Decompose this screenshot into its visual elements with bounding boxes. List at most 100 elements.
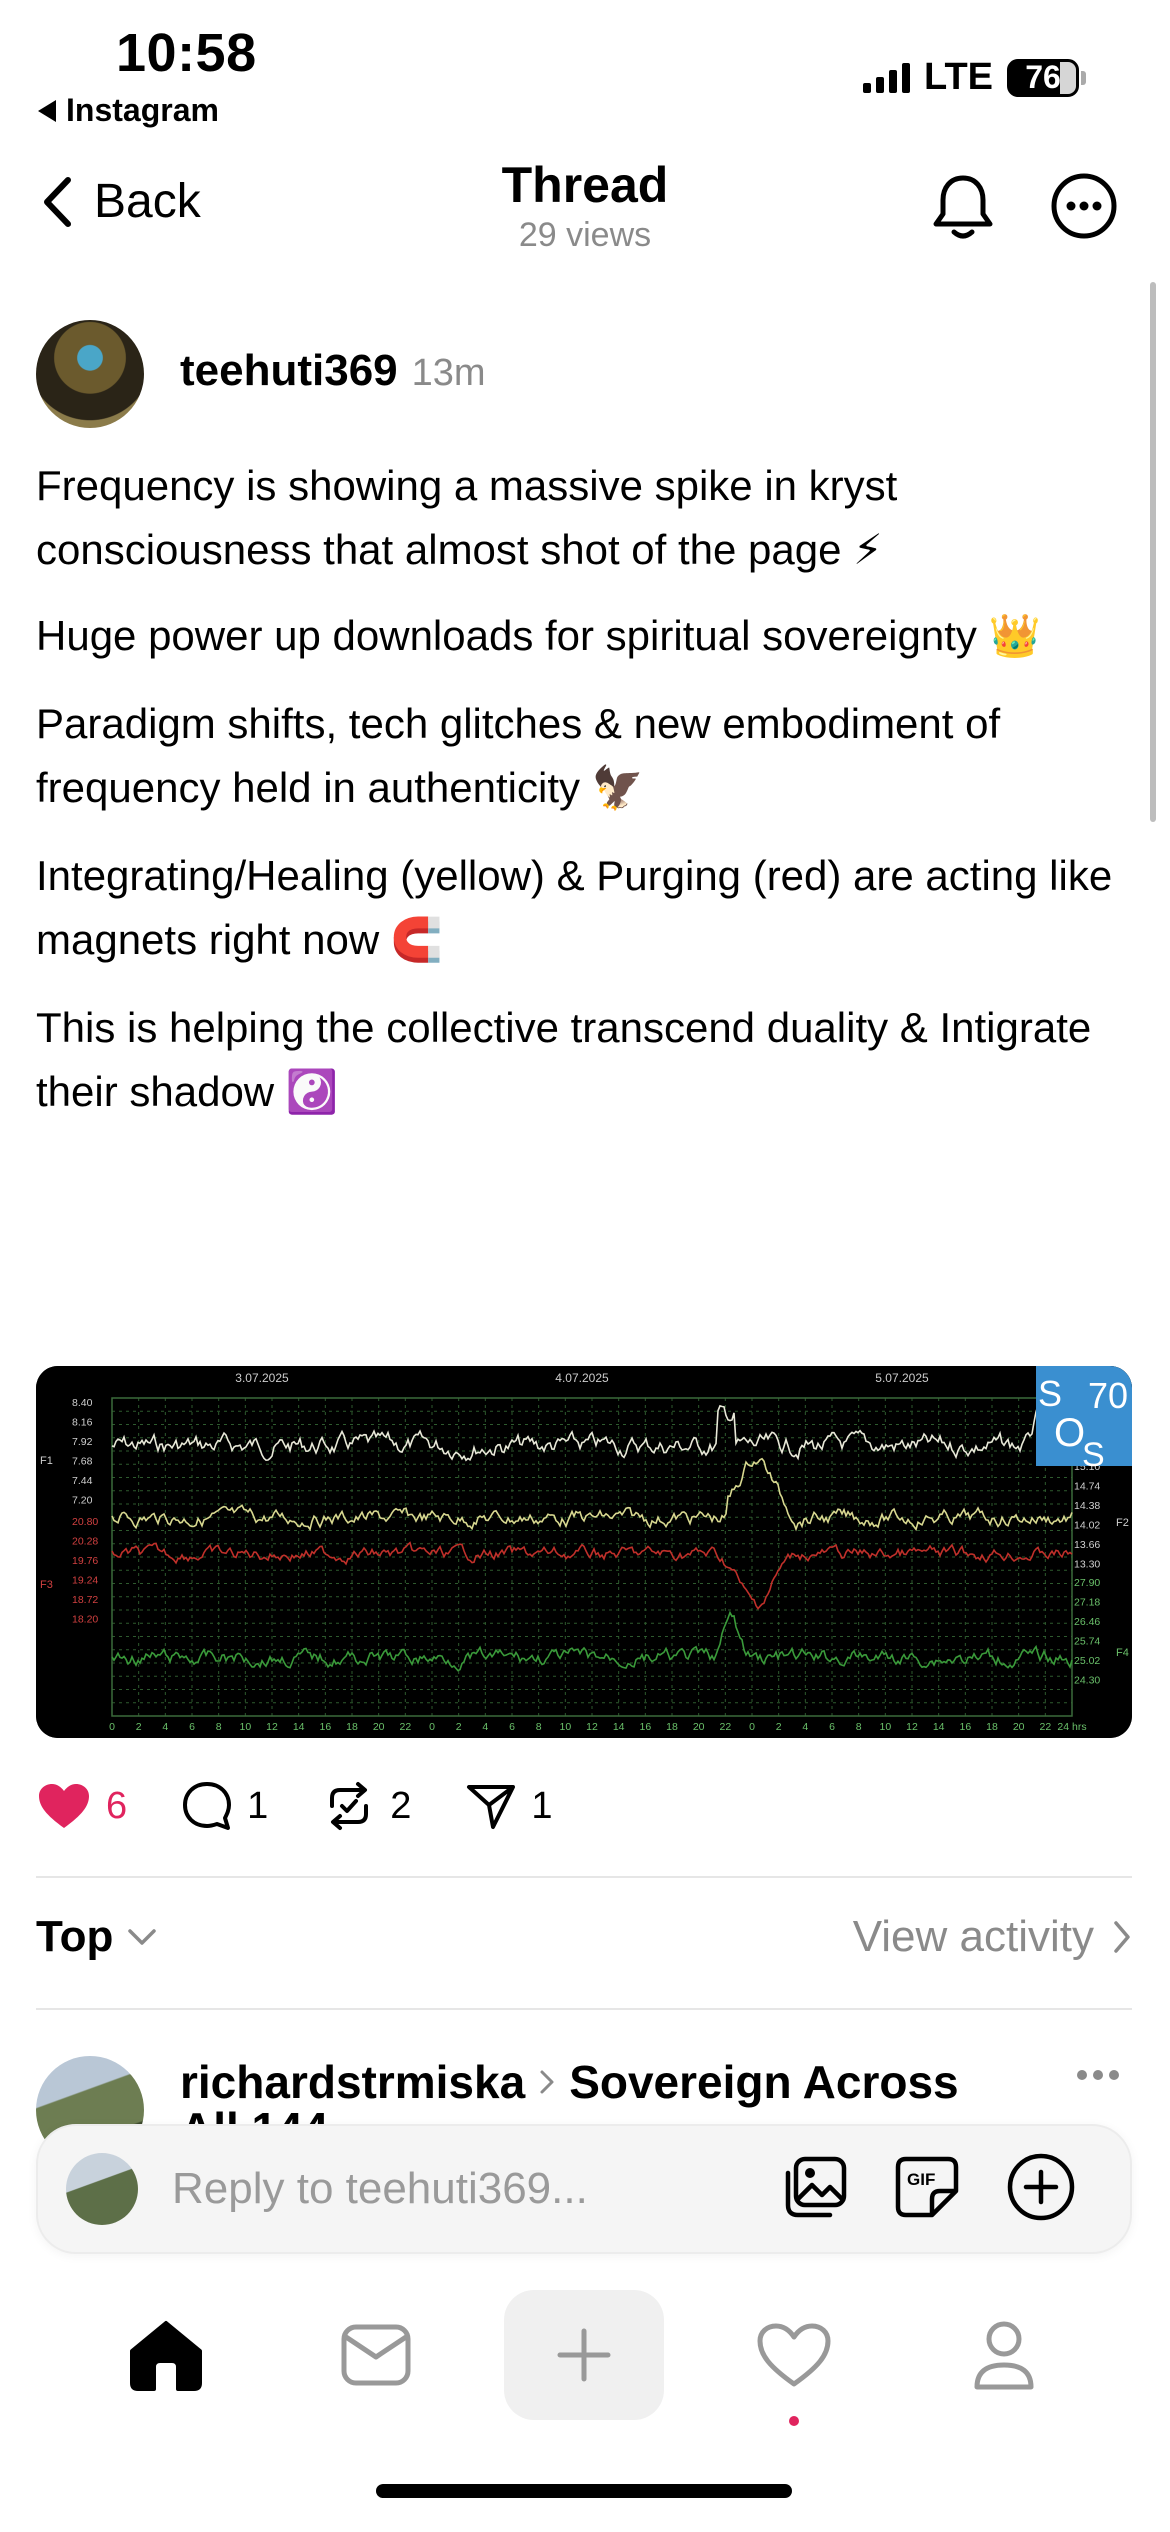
sort-dropdown[interactable]: Top	[36, 1912, 157, 1962]
tick-label-f1: 7.44	[72, 1475, 93, 1487]
post-username[interactable]: teehuti369	[180, 346, 398, 396]
tick-label-f2: 14.74	[1074, 1481, 1100, 1493]
view-activity-link[interactable]: View activity	[853, 1912, 1132, 1962]
back-button[interactable]: Back	[42, 174, 201, 229]
post-paragraph: Integrating/Healing (yellow) & Purging (…	[36, 852, 1113, 963]
frequency-chart-image: 3.07.2025 4.07.2025 5.07.2025 8.40 8.16 7.92 7…	[36, 1366, 1132, 1738]
activity-notification-dot	[789, 2416, 799, 2426]
x-tick-label: 10	[559, 1721, 571, 1733]
back-app-label: Instagram	[66, 92, 219, 128]
x-tick-label: 16	[639, 1721, 651, 1733]
like-button[interactable]: 6	[36, 1781, 127, 1831]
x-tick-label: 0	[109, 1721, 115, 1733]
heart-outline-icon	[757, 2323, 831, 2387]
x-tick-label: 2	[136, 1721, 142, 1733]
tick-label-f2: 13.30	[1074, 1559, 1100, 1571]
gif-button[interactable]: GIF	[894, 2155, 960, 2224]
network-label: LTE	[924, 56, 993, 98]
x-tick-label: 8	[216, 1721, 222, 1733]
x-tick-label: 14	[933, 1721, 945, 1733]
notifications-button[interactable]	[930, 172, 996, 247]
x-tick-label: 22	[399, 1721, 411, 1733]
back-triangle-icon	[38, 99, 56, 122]
x-tick-label: 18	[346, 1721, 358, 1733]
signal-icon	[863, 62, 911, 93]
repost-count: 2	[390, 1784, 412, 1827]
reply-username[interactable]: richardstrmiska	[180, 2055, 525, 2109]
avatar[interactable]	[36, 320, 144, 428]
add-attachment-button[interactable]	[1006, 2152, 1076, 2227]
post-paragraph: This is helping the collective transcend…	[36, 1004, 1092, 1115]
x-tick-label: 20	[693, 1721, 705, 1733]
view-activity-label: View activity	[852, 1912, 1094, 1961]
tab-activity[interactable]	[714, 2290, 874, 2420]
sort-label: Top	[36, 1912, 114, 1961]
date-label: 5.07.2025	[875, 1371, 929, 1385]
date-label: 3.07.2025	[235, 1371, 289, 1385]
image-gallery-icon	[785, 2156, 847, 2217]
x-tick-label: 22	[1039, 1721, 1051, 1733]
axis-label-f3: F3	[40, 1579, 53, 1591]
tick-label-f4: 25.74	[1074, 1636, 1100, 1648]
post-text: Frequency is showing a massive spike in …	[36, 454, 1146, 1148]
post-header: teehuti369 13m	[180, 346, 486, 396]
tick-label-f4: 25.02	[1074, 1655, 1100, 1667]
reply-more-button[interactable]	[1076, 2068, 1120, 2086]
logo-letter: O	[1054, 1411, 1085, 1455]
more-circle-icon	[1051, 173, 1117, 239]
x-tick-label: 2	[456, 1721, 462, 1733]
date-label: 4.07.2025	[555, 1371, 609, 1385]
x-tick-label: 16	[959, 1721, 971, 1733]
chevron-right-icon	[1114, 1921, 1130, 1953]
tick-label-f1: 7.92	[72, 1436, 93, 1448]
axis-label-f4: F4	[1116, 1647, 1129, 1659]
more-options-button[interactable]	[1050, 172, 1118, 245]
x-tick-label: 16	[319, 1721, 331, 1733]
logo-letter: S	[1038, 1373, 1062, 1414]
x-tick-label: 10	[879, 1721, 891, 1733]
x-tick-label: 22	[719, 1721, 731, 1733]
tab-inbox[interactable]	[296, 2290, 456, 2420]
tick-label-f1: 7.68	[72, 1456, 93, 1468]
tab-home[interactable]	[86, 2290, 246, 2420]
comment-button[interactable]: 1	[181, 1780, 268, 1832]
plus-circle-icon	[1007, 2153, 1075, 2220]
bell-icon	[933, 175, 993, 239]
x-tick-label: 8	[856, 1721, 862, 1733]
x-tick-label: 12	[586, 1721, 598, 1733]
logo-letter: S	[1082, 1436, 1105, 1474]
chevron-left-icon	[44, 176, 71, 227]
x-tick-label: 4	[802, 1721, 808, 1733]
share-count: 1	[531, 1784, 553, 1827]
attach-image-button[interactable]	[782, 2155, 850, 2224]
post-image[interactable]: 3.07.2025 4.07.2025 5.07.2025 8.40 8.16 7.92 7…	[36, 1366, 1132, 1738]
logo-number: 70	[1088, 1375, 1128, 1416]
sort-row: Top View activity	[36, 1912, 1132, 1962]
chevron-down-icon	[128, 1929, 157, 1945]
send-icon	[467, 1785, 516, 1829]
back-to-app[interactable]: Instagram	[38, 92, 219, 129]
tab-profile[interactable]	[924, 2290, 1084, 2420]
tick-label-f3: 18.72	[72, 1594, 98, 1606]
repost-button[interactable]: 2	[322, 1780, 411, 1832]
x-tick-label: 2	[776, 1721, 782, 1733]
x-tick-label: 18	[666, 1721, 678, 1733]
more-horizontal-icon	[1077, 2070, 1119, 2080]
divider	[36, 2008, 1132, 2010]
reply-input[interactable]	[172, 2164, 752, 2214]
svg-text:GIF: GIF	[907, 2170, 935, 2189]
x-tick-label: 14	[613, 1721, 625, 1733]
tab-create[interactable]	[504, 2290, 664, 2420]
reply-community[interactable]: Sovereign Across	[569, 2055, 958, 2109]
post-time: 13m	[411, 352, 486, 394]
tick-label-f2: 14.38	[1074, 1500, 1100, 1512]
x-tick-label: 6	[829, 1721, 835, 1733]
tab-bar	[0, 2290, 1170, 2440]
plus-icon	[557, 2328, 611, 2382]
scrollbar[interactable]	[1150, 282, 1156, 822]
axis-label-f1: F1	[40, 1455, 53, 1467]
tick-label-f3: 19.76	[72, 1555, 98, 1567]
x-tick-label: 12	[906, 1721, 918, 1733]
share-button[interactable]: 1	[465, 1781, 553, 1831]
gif-sticker-icon: GIF	[895, 2156, 959, 2217]
